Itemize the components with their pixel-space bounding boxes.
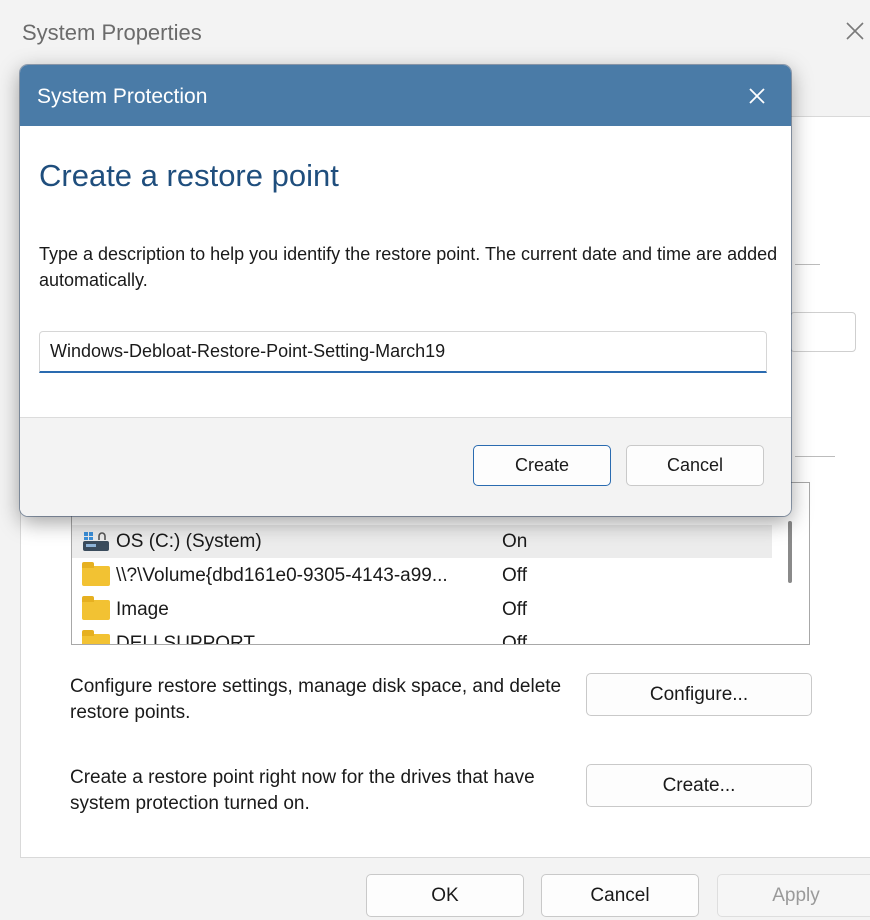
create-button[interactable]: Create [473, 445, 611, 486]
cancel-button[interactable]: Cancel [626, 445, 764, 486]
scrollbar-thumb[interactable] [788, 521, 792, 583]
close-icon[interactable] [842, 18, 868, 44]
drive-name: Image [116, 598, 169, 620]
list-item[interactable]: OS (C:) (System) On [72, 525, 772, 558]
system-protection-dialog: System Protection Create a restore point… [20, 65, 791, 516]
system-drive-icon [82, 531, 110, 553]
dialog-heading: Create a restore point [39, 158, 339, 193]
list-item[interactable]: \\?\Volume{dbd161e0-9305-4143-a99... Off [72, 559, 772, 592]
drive-name: OS (C:) (System) [116, 530, 262, 552]
folder-icon [82, 630, 110, 644]
dialog-description: Type a description to help you identify … [39, 244, 778, 290]
window-title: System Properties [22, 20, 202, 45]
create-description: Create a restore point right now for the… [70, 767, 535, 814]
drive-name: DELLSUPPORT [116, 632, 256, 645]
system-restore-button[interactable] [790, 312, 856, 352]
ok-button[interactable]: OK [366, 874, 524, 917]
drive-protection-status: Off [502, 632, 527, 645]
folder-icon [82, 596, 110, 620]
dialog-titlebar[interactable]: System Protection [20, 65, 791, 126]
list-item[interactable]: Image Off [72, 593, 772, 626]
close-icon[interactable] [742, 81, 772, 111]
list-item[interactable]: DELLSUPPORT Off [72, 627, 772, 645]
drive-name: \\?\Volume{dbd161e0-9305-4143-a99... [116, 564, 448, 586]
folder-icon [82, 562, 110, 586]
dialog-title: System Protection [37, 85, 208, 108]
restore-point-description-input[interactable] [39, 331, 767, 373]
apply-button[interactable]: Apply [717, 874, 870, 917]
drive-protection-status: On [502, 530, 528, 552]
group-divider [795, 456, 835, 457]
drive-protection-status: Off [502, 598, 527, 620]
dialog-footer: Create Cancel [20, 417, 791, 516]
cancel-button[interactable]: Cancel [541, 874, 699, 917]
drive-protection-status: Off [502, 564, 527, 586]
configure-description: Configure restore settings, manage disk … [70, 676, 562, 723]
configure-button[interactable]: Configure... [586, 673, 812, 716]
create-restore-point-button[interactable]: Create... [586, 764, 812, 807]
group-divider [795, 264, 820, 265]
